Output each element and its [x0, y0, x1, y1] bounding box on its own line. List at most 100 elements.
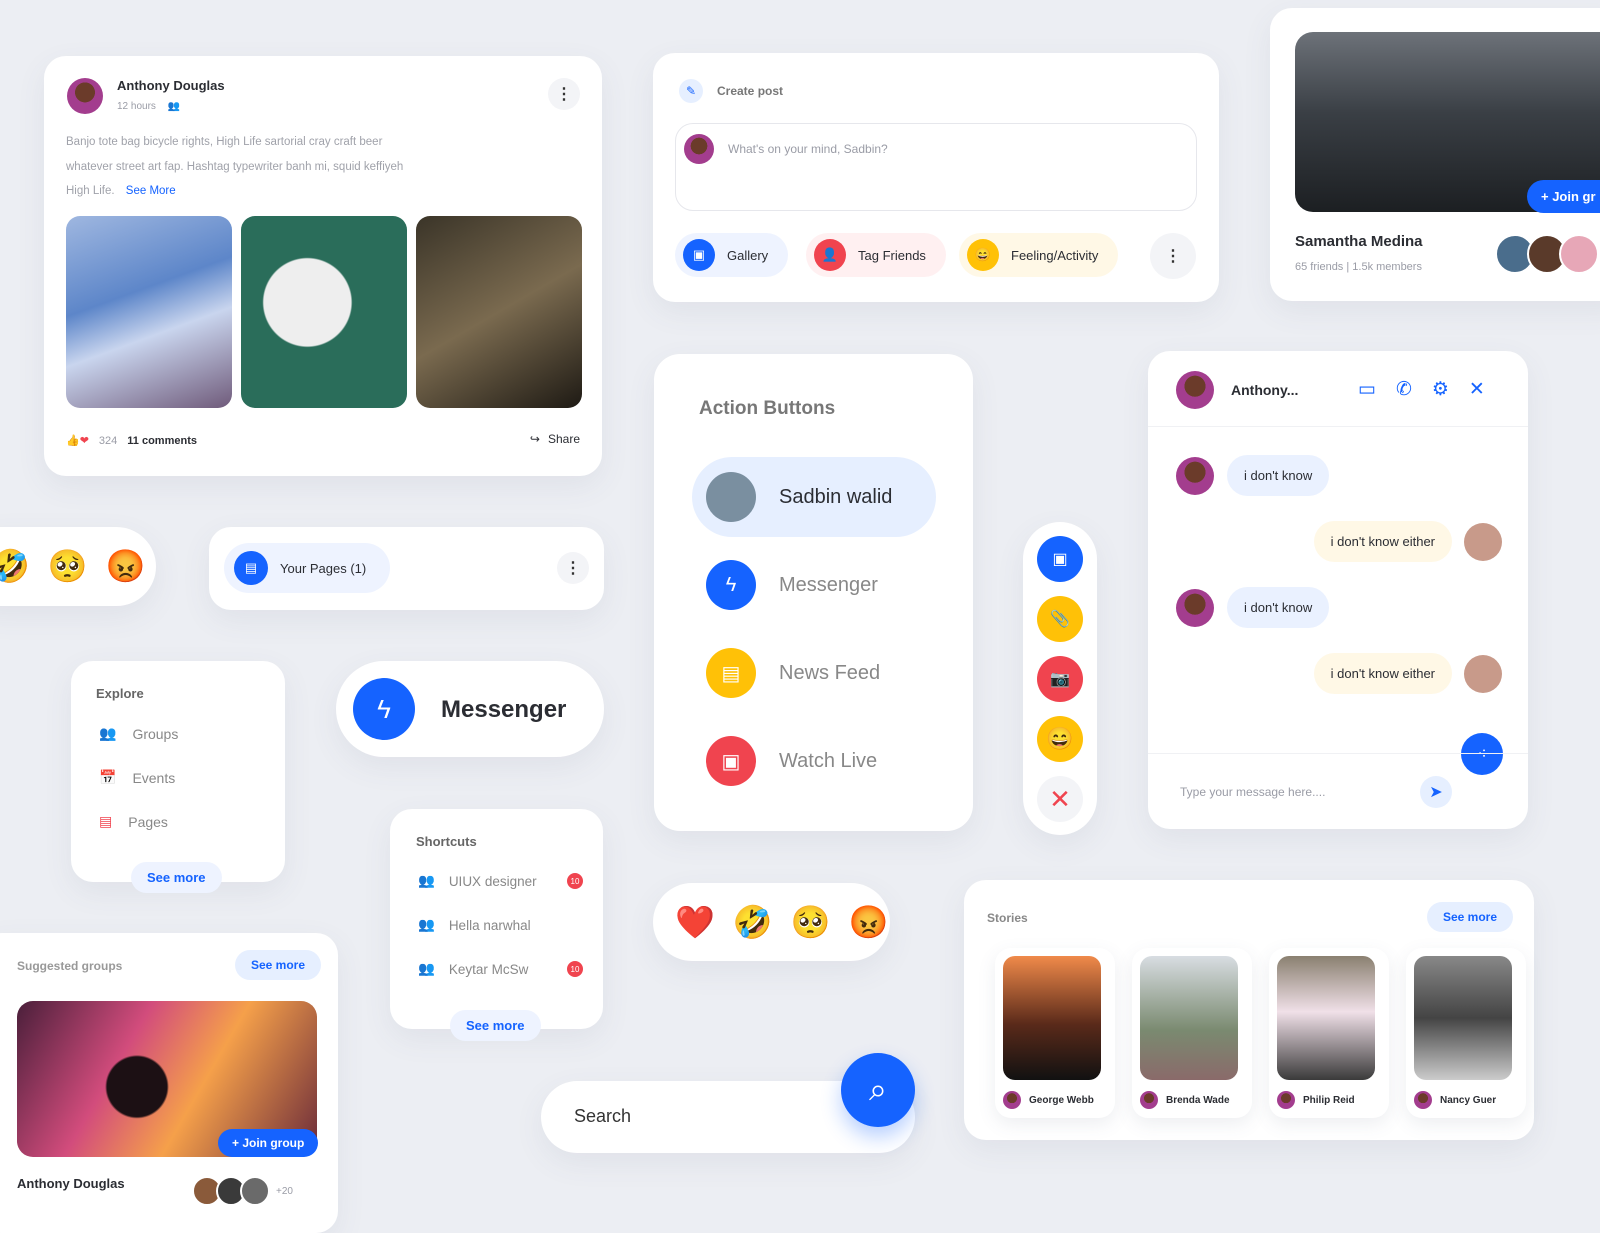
suggested-see-more-button[interactable]: See more: [235, 950, 322, 980]
comments-count[interactable]: 11 comments: [127, 435, 197, 447]
story-author: Brenda Wade: [1166, 1094, 1230, 1106]
explore-item-pages[interactable]: ▤ Pages: [99, 813, 168, 830]
rofl-emoji-icon[interactable]: 🤣: [733, 903, 773, 941]
join-group-button[interactable]: + Join group: [218, 1129, 319, 1157]
share-button[interactable]: ↪ Share: [530, 432, 580, 446]
emoji-fab-icon[interactable]: 😄: [1037, 716, 1083, 762]
create-post-icon: ✎: [679, 79, 703, 103]
tag-friends-icon: 👤: [814, 239, 846, 271]
shortcuts-card: Shortcuts 👥 UIUX designer 10 👥 Hella narwha…: [390, 809, 603, 1041]
group-name[interactable]: Samantha Medina: [1295, 233, 1423, 250]
send-icon[interactable]: ➤: [1420, 776, 1452, 808]
group-meta: 65 friends | 1.5k members: [1295, 261, 1422, 273]
feeling-icon: 😄: [967, 239, 999, 271]
news-feed-icon[interactable]: ▤: [706, 648, 756, 698]
pages-options-button[interactable]: ⋮: [557, 552, 589, 584]
action-buttons-card: Action Buttons Sadbin walid ϟ Messenger …: [654, 354, 973, 831]
story-author: Nancy Guer: [1440, 1094, 1497, 1106]
post-options-button[interactable]: ⋮: [548, 78, 580, 110]
search-input[interactable]: Search: [574, 1106, 631, 1127]
like-reaction-icons[interactable]: 👍❤: [66, 434, 89, 447]
story-card[interactable]: Brenda Wade: [1132, 948, 1252, 1118]
author-avatar[interactable]: [67, 78, 103, 114]
your-pages-label: Your Pages (1): [280, 560, 367, 576]
contact-avatar[interactable]: [1176, 371, 1214, 409]
explore-see-more-button[interactable]: See more: [131, 862, 222, 893]
message-bubble-sent: i don't know either: [1313, 521, 1452, 562]
phone-icon[interactable]: ✆: [1396, 378, 1412, 401]
messenger-icon: ϟ: [353, 678, 415, 740]
share-icon: ↪: [529, 432, 540, 446]
heart-emoji-icon[interactable]: ❤️: [675, 903, 715, 941]
your-pages-button[interactable]: ▤ Your Pages (1): [224, 543, 391, 593]
groups-icon: 👥: [99, 725, 117, 741]
story-image: [1140, 956, 1238, 1080]
more-options-button[interactable]: ⋮: [1150, 233, 1196, 279]
story-image: [1003, 956, 1101, 1080]
events-icon: 📅: [99, 769, 117, 785]
angry-emoji-icon[interactable]: 😡: [106, 547, 146, 585]
contact-name[interactable]: Anthony...: [1231, 382, 1298, 398]
search-button[interactable]: ⌕: [841, 1053, 915, 1127]
pleading-emoji-icon[interactable]: 🥺: [791, 903, 831, 941]
feeling-button[interactable]: 😄 Feeling/Activity: [959, 233, 1119, 277]
join-group-button[interactable]: + Join gr: [1527, 180, 1600, 213]
shortcut-item[interactable]: 👥 UIUX designer 10: [418, 873, 583, 889]
story-card[interactable]: George Webb: [995, 948, 1115, 1118]
story-card[interactable]: Nancy Guer: [1406, 948, 1526, 1118]
stories-see-more-button[interactable]: See more: [1427, 902, 1514, 932]
search-icon: ⌕: [869, 1071, 887, 1107]
stories-title: Stories: [987, 911, 1028, 925]
author-name[interactable]: Anthony Douglas: [117, 78, 225, 93]
messenger-icon[interactable]: ϟ: [706, 560, 756, 610]
video-call-icon[interactable]: ▭: [1358, 378, 1376, 401]
gallery-fab-icon[interactable]: ▣: [1037, 536, 1083, 582]
shortcut-item[interactable]: 👥 Hella narwhal: [418, 917, 531, 933]
news-feed-action[interactable]: News Feed: [779, 662, 880, 685]
tag-friends-button[interactable]: 👤 Tag Friends: [806, 233, 946, 277]
pleading-emoji-icon[interactable]: 🥺: [48, 547, 88, 585]
audience-icon: 👥: [167, 101, 181, 112]
camera-fab-icon[interactable]: 📷: [1037, 656, 1083, 702]
close-fab-icon[interactable]: ✕: [1037, 776, 1083, 822]
shortcut-label: Keytar McSw: [448, 961, 529, 977]
member-avatars: [1495, 234, 1599, 274]
message-bubble-received: i don't know: [1227, 455, 1330, 496]
close-icon[interactable]: ✕: [1469, 378, 1485, 401]
user-avatar: [1464, 655, 1502, 693]
shortcut-item[interactable]: 👥 Keytar McSw 10: [418, 961, 583, 977]
group-icon: 👥: [418, 961, 435, 976]
explore-item-groups[interactable]: 👥 Groups: [99, 725, 178, 742]
story-avatar: [1277, 1091, 1295, 1109]
gallery-label: Gallery: [727, 247, 769, 263]
settings-icon[interactable]: ⚙: [1432, 378, 1449, 401]
post-image-car[interactable]: [416, 216, 582, 408]
message-input[interactable]: Type your message here....: [1180, 785, 1325, 799]
story-card[interactable]: Philip Reid: [1269, 948, 1389, 1118]
watch-live-action[interactable]: Watch Live: [779, 750, 877, 773]
suggested-title: Suggested groups: [17, 959, 123, 973]
group-owner-name[interactable]: Anthony Douglas: [17, 1176, 125, 1191]
fab-column: ▣ 📎 📷 😄 ✕: [1023, 522, 1097, 835]
attachment-fab-icon[interactable]: 📎: [1037, 596, 1083, 642]
shortcut-label: UIUX designer: [448, 873, 537, 889]
messenger-pill-button[interactable]: ϟ Messenger: [336, 661, 604, 757]
watch-live-icon[interactable]: ▣: [706, 736, 756, 786]
post-composer-input[interactable]: What's on your mind, Sadbin?: [675, 123, 1197, 211]
story-image: [1277, 956, 1375, 1080]
story-avatar: [1414, 1091, 1432, 1109]
post-image-plate[interactable]: [241, 216, 407, 408]
shortcuts-see-more-button[interactable]: See more: [450, 1010, 541, 1041]
explore-item-events[interactable]: 📅 Events: [99, 769, 175, 786]
rofl-emoji-icon[interactable]: 🤣: [0, 547, 30, 585]
member-avatars: +20: [192, 1176, 293, 1206]
create-post-card: ✎ Create post What's on your mind, Sadbi…: [653, 53, 1219, 302]
pages-label: Pages: [128, 813, 168, 830]
story-avatar: [1003, 1091, 1021, 1109]
post-image-umbrellas[interactable]: [66, 216, 232, 408]
angry-emoji-icon[interactable]: 😡: [849, 903, 889, 941]
messenger-action[interactable]: Messenger: [779, 574, 878, 597]
events-label: Events: [132, 769, 176, 786]
gallery-button[interactable]: ▣ Gallery: [675, 233, 789, 277]
see-more-link[interactable]: See More: [126, 185, 176, 197]
